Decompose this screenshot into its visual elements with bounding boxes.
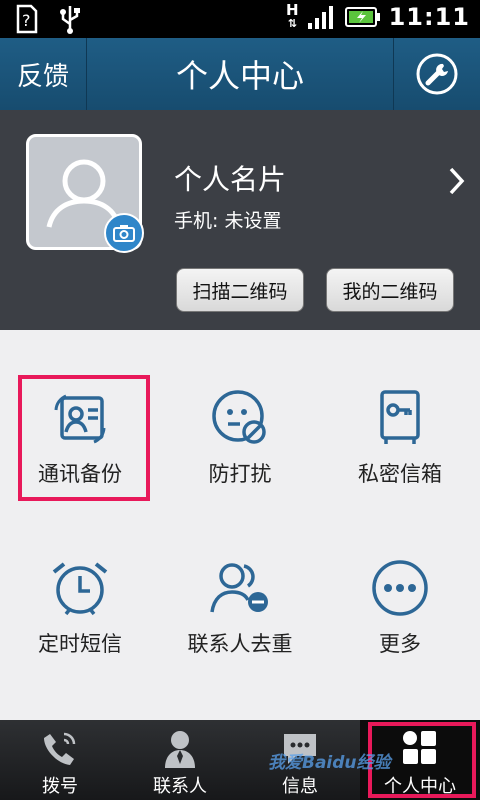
nav-label: 拨号 xyxy=(42,776,78,797)
feature-more[interactable]: 更多 xyxy=(320,500,480,670)
phone-icon xyxy=(44,732,76,765)
chevron-right-icon[interactable] xyxy=(448,166,466,196)
clock: 11:11 xyxy=(388,3,470,31)
alarm-clock-icon xyxy=(52,562,108,616)
network-type-icon: H ⇅ xyxy=(286,1,299,31)
feature-label: 防打扰 xyxy=(208,462,272,486)
sd-card-unknown-icon: ? xyxy=(16,4,38,34)
usb-icon xyxy=(60,6,80,34)
watermark: 我爱Baidu经验 xyxy=(268,753,391,773)
nav-contacts[interactable]: 联系人 xyxy=(120,720,240,800)
scan-qr-button[interactable]: 扫描二维码 xyxy=(176,268,304,312)
nav-label: 联系人 xyxy=(153,776,207,797)
profile-name: 个人名片 xyxy=(174,163,287,196)
feature-scheduled-sms[interactable]: 定时短信 xyxy=(0,500,160,670)
feature-private-inbox[interactable]: 私密信箱 xyxy=(320,330,480,500)
feedback-button[interactable]: 反馈 xyxy=(0,38,87,110)
more-icon xyxy=(372,560,428,616)
battery-icon xyxy=(344,7,380,27)
camera-icon xyxy=(113,225,135,242)
feature-label: 更多 xyxy=(379,632,421,656)
change-photo-button[interactable] xyxy=(104,213,144,253)
private-safe-icon xyxy=(380,390,420,444)
feature-label: 定时短信 xyxy=(38,632,122,656)
feature-dedupe-contacts[interactable]: 联系人去重 xyxy=(160,500,320,670)
settings-button[interactable] xyxy=(393,38,480,110)
dedupe-contacts-icon xyxy=(210,563,268,613)
feature-do-not-disturb[interactable]: 防打扰 xyxy=(160,330,320,500)
feature-label: 通讯备份 xyxy=(38,462,122,486)
title-bar: 反馈 个人中心 xyxy=(0,38,480,110)
feature-label: 私密信箱 xyxy=(358,462,442,486)
feature-contact-backup[interactable]: 通讯备份 xyxy=(0,330,160,500)
feature-grid: 通讯备份 防打扰 私密信箱 定时短信 联系人去重 更多 xyxy=(0,330,480,720)
nav-dialer[interactable]: 拨号 xyxy=(0,720,120,800)
contact-icon xyxy=(165,731,195,768)
signal-icon xyxy=(307,6,333,29)
contact-backup-icon xyxy=(54,394,106,444)
my-qr-button[interactable]: 我的二维码 xyxy=(326,268,454,312)
status-bar: ? H ⇅ 11:11 xyxy=(0,0,480,38)
svg-text:?: ? xyxy=(22,11,31,30)
profile-card[interactable]: 个人名片 手机: 未设置 扫描二维码 我的二维码 xyxy=(0,110,480,330)
do-not-disturb-icon xyxy=(212,390,266,444)
nav-label: 信息 xyxy=(282,776,318,797)
wrench-icon xyxy=(416,53,458,95)
feature-label: 联系人去重 xyxy=(187,632,293,656)
page-title: 个人中心 xyxy=(175,57,304,95)
profile-phone: 手机: 未设置 xyxy=(174,210,282,232)
